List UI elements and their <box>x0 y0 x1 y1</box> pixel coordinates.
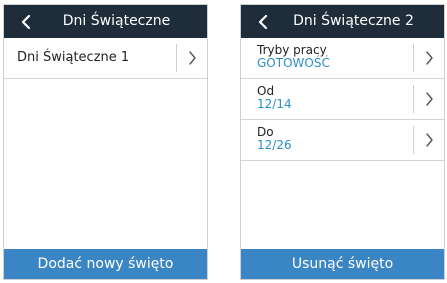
field-to-date[interactable]: Do 12/26 <box>241 120 444 161</box>
chevron-right-icon <box>422 120 436 160</box>
screen-header: Dni Świąteczne <box>4 5 207 38</box>
chevron-left-icon <box>258 14 268 29</box>
back-button[interactable] <box>253 5 273 38</box>
holiday-detail-screen: Dni Świąteczne 2 Tryby pracy GOTOWOŚĆ Od… <box>240 4 445 280</box>
holiday-list: Dni Świąteczne 1 <box>4 38 207 79</box>
divider <box>413 85 414 113</box>
chevron-right-icon <box>422 79 436 119</box>
screen-header: Dni Świąteczne 2 <box>241 5 444 38</box>
field-value: 12/26 <box>257 138 292 152</box>
holiday-fields: Tryby pracy GOTOWOŚĆ Od 12/14 Do 12/26 <box>241 38 444 161</box>
list-item-holiday-1[interactable]: Dni Świąteczne 1 <box>4 38 207 79</box>
divider <box>413 44 414 72</box>
field-label: Tryby pracy <box>257 43 327 57</box>
back-button[interactable] <box>16 5 36 38</box>
page-title: Dni Świąteczne <box>62 13 171 29</box>
chevron-left-icon <box>21 14 31 29</box>
chevron-right-icon <box>422 38 436 78</box>
divider <box>413 126 414 154</box>
chevron-right-icon <box>185 38 199 78</box>
add-holiday-button[interactable]: Dodać nowy święto <box>4 249 207 279</box>
delete-holiday-button[interactable]: Usunąć święto <box>241 249 444 279</box>
field-value: GOTOWOŚĆ <box>257 56 330 70</box>
field-label: Do <box>257 125 274 139</box>
divider <box>176 44 177 72</box>
holidays-screen: Dni Świąteczne Dni Świąteczne 1 Dodać no… <box>3 4 208 280</box>
field-label: Od <box>257 84 275 98</box>
field-operating-mode[interactable]: Tryby pracy GOTOWOŚĆ <box>241 38 444 79</box>
page-title: Dni Świąteczne 2 <box>293 13 414 29</box>
field-from-date[interactable]: Od 12/14 <box>241 79 444 120</box>
list-item-label: Dni Świąteczne 1 <box>17 50 130 65</box>
field-value: 12/14 <box>257 97 292 111</box>
